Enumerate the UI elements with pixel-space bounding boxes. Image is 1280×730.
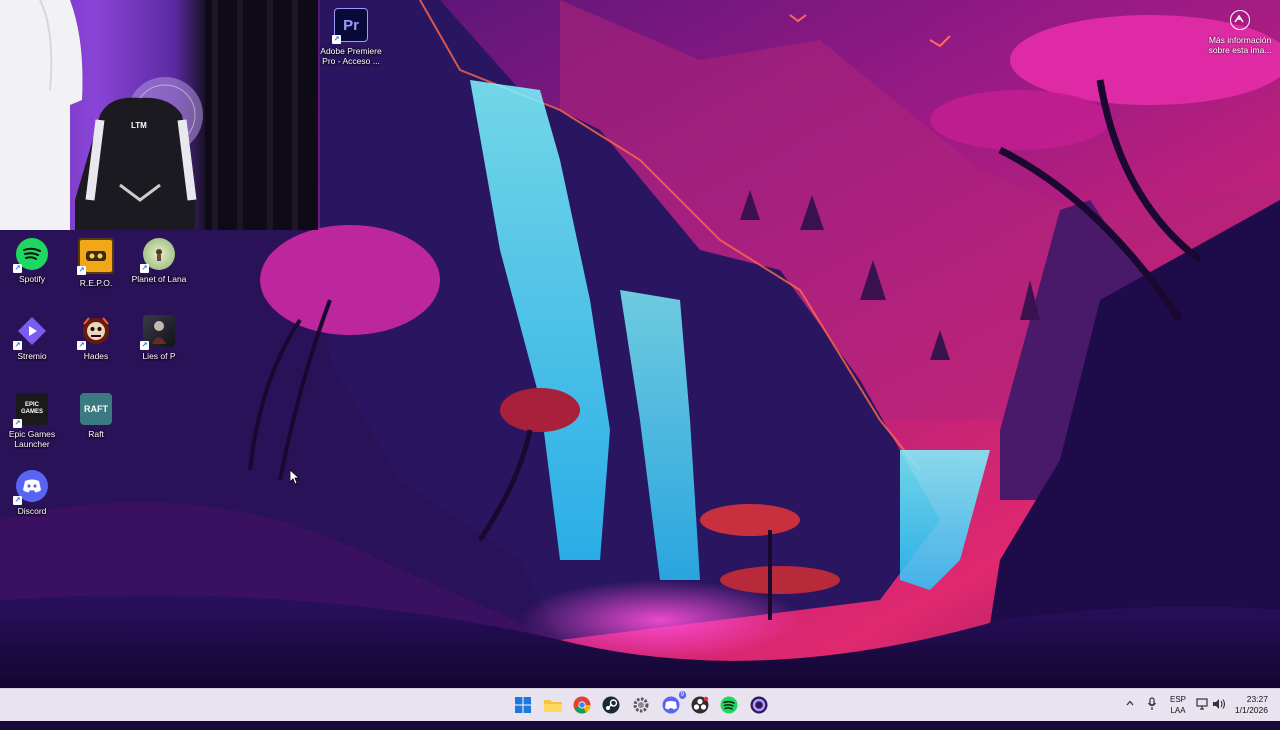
microphone-icon[interactable] [1147, 697, 1157, 729]
desktop-icon-label: Lies of P [142, 351, 176, 361]
lies-of-p-icon: ↗ [140, 315, 175, 350]
keyboard-layout: LAA [1170, 706, 1186, 715]
file-explorer-icon[interactable] [542, 694, 564, 716]
language-indicator[interactable]: ESP LAA [1170, 694, 1186, 716]
raft-icon: RAFT [80, 393, 112, 425]
shortcut-arrow-icon: ↗ [13, 496, 22, 505]
clock-time: 23:27 [1246, 694, 1268, 704]
stremio-icon: ↗ [13, 315, 48, 350]
premiere-icon: Pr ↗ [332, 8, 368, 44]
shortcut-arrow-icon: ↗ [332, 35, 341, 44]
taskbar: 9 ESP LAA 23:27 1/1/2026 [0, 688, 1280, 721]
discord-icon: ↗ [13, 470, 48, 505]
desktop-icon-label: Discord [17, 506, 47, 516]
steam-icon[interactable] [600, 694, 622, 716]
desktop-icon-label: Epic Games Launcher [8, 429, 56, 449]
shortcut-arrow-icon: ↗ [77, 341, 86, 350]
shortcut-arrow-icon: ↗ [13, 341, 22, 350]
desktop-icon-premiere[interactable]: Pr ↗ Adobe Premiere Pro - Acceso ... [319, 8, 383, 66]
desktop-icon-hades[interactable]: ↗ Hades [64, 315, 128, 361]
epic-games-icon: EPIC GAMES ↗ [13, 393, 48, 428]
hades-icon: ↗ [77, 315, 112, 350]
camera-info-icon [1230, 10, 1250, 30]
spotlight-info-label: Más información sobre esta ima... [1208, 35, 1272, 55]
desktop-icon-lies-of-p[interactable]: ↗ Lies of P [127, 315, 191, 361]
shortcut-arrow-icon: ↗ [13, 264, 22, 273]
volume-icon[interactable] [1212, 698, 1226, 730]
discord-taskbar-icon[interactable]: 9 [660, 691, 686, 716]
desktop-icon-raft[interactable]: RAFT Raft [64, 393, 128, 439]
shortcut-arrow-icon: ↗ [140, 264, 149, 273]
shortcut-arrow-icon: ↗ [13, 419, 22, 428]
chrome-icon[interactable] [571, 694, 593, 716]
desktop-icon-spotify[interactable]: ↗ Spotify [0, 238, 64, 284]
desktop-icon-label: Planet of Lana [131, 274, 187, 284]
desktop-icon-label: Stremio [17, 351, 47, 361]
mouse-cursor-icon [289, 469, 301, 489]
discord-notification-badge: 9 [678, 691, 686, 699]
desktop-icon-repo[interactable]: ↗ R.E.P.O. [64, 238, 128, 288]
desktop-icon-label: Hades [83, 351, 109, 361]
chair-logo-text: LTM [131, 121, 147, 130]
desktop-icon-stremio[interactable]: ↗ Stremio [0, 315, 64, 361]
desktop-icon-label: Adobe Premiere Pro - Acceso ... [320, 46, 382, 66]
desktop-icon-label: Spotify [19, 274, 45, 284]
planet-of-lana-icon: ↗ [140, 238, 175, 273]
settings-icon[interactable] [630, 694, 652, 716]
desktop-icon-discord[interactable]: ↗ Discord [0, 470, 64, 516]
desktop-icon-planet-of-lana[interactable]: ↗ Planet of Lana [127, 238, 191, 284]
language-code: ESP [1170, 695, 1187, 704]
desktop-icon-epic-games[interactable]: EPIC GAMES ↗ Epic Games Launcher [0, 393, 64, 449]
taskbar-clock[interactable]: 23:27 1/1/2026 [1235, 694, 1268, 716]
network-icon[interactable] [1196, 698, 1210, 730]
desktop-icon-label: Raft [88, 429, 104, 439]
spotify-taskbar-icon[interactable] [718, 694, 740, 716]
shortcut-arrow-icon: ↗ [140, 341, 149, 350]
shortcut-arrow-icon: ↗ [77, 266, 86, 275]
repo-icon: ↗ [77, 238, 114, 275]
clock-date: 1/1/2026 [1234, 705, 1268, 715]
cortana-icon[interactable] [748, 694, 770, 716]
show-hidden-icons-chevron-icon[interactable] [1125, 698, 1135, 730]
spotify-icon: ↗ [13, 238, 48, 273]
desktop-icon-label: R.E.P.O. [79, 278, 113, 288]
obs-icon[interactable] [689, 694, 711, 716]
spotlight-info-button[interactable]: Más información sobre esta ima... [1202, 8, 1278, 55]
webcam-overlay: LTM [0, 0, 318, 230]
windows-start-icon[interactable] [512, 694, 534, 716]
